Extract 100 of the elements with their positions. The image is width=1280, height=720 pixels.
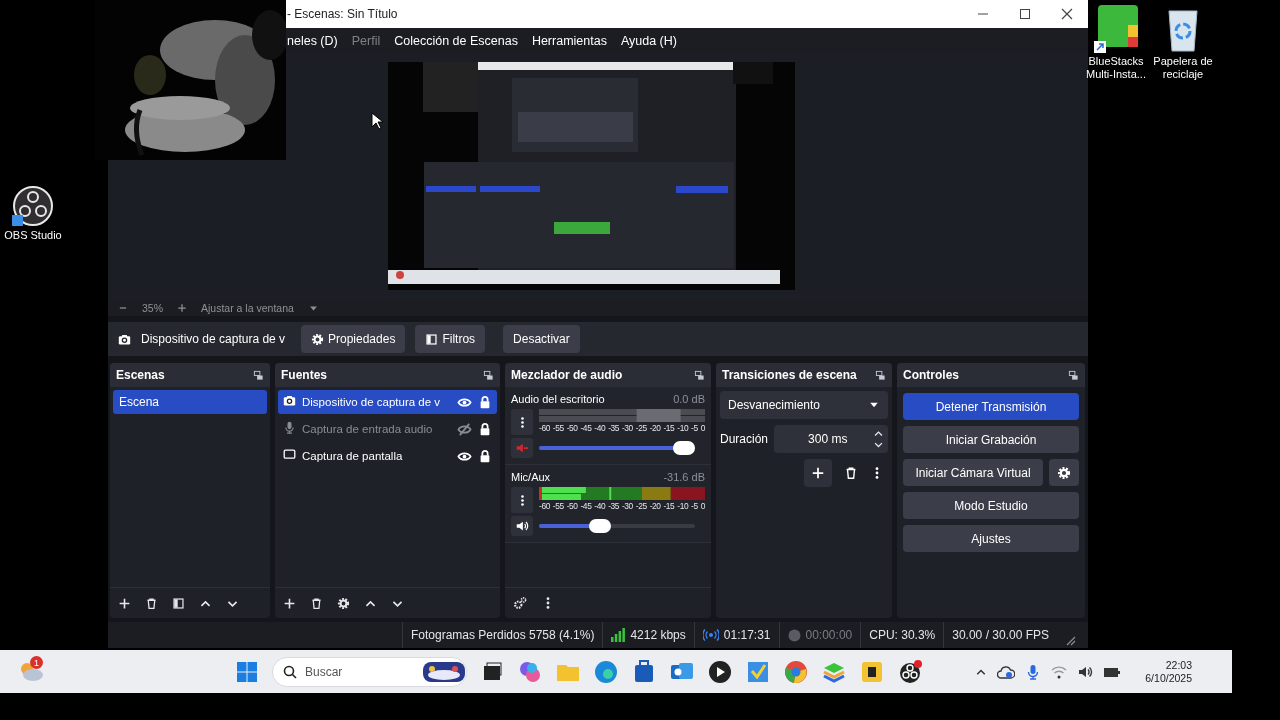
fit-mode[interactable]: Ajustar a la ventana <box>201 302 294 314</box>
deactivate-button[interactable]: Desactivar <box>503 325 580 353</box>
filter-icon[interactable] <box>172 596 185 610</box>
menu-item[interactable]: Colección de Escenas <box>394 34 518 48</box>
slider-thumb[interactable] <box>673 441 695 455</box>
volume-slider[interactable] <box>539 441 695 455</box>
undock-icon[interactable] <box>483 369 494 381</box>
zoom-level: 35% <box>142 302 163 314</box>
volume-reading: -31.6 dB <box>663 471 705 483</box>
menu-item[interactable]: neles (D) <box>287 34 338 48</box>
plus-icon <box>811 466 825 480</box>
undock-icon[interactable] <box>875 369 886 381</box>
meter-tick-label: -55 <box>552 423 564 433</box>
mute-button[interactable] <box>511 516 533 536</box>
meter-tick-label: -30 <box>621 423 633 433</box>
record-time: 00:00:00 <box>805 628 853 642</box>
menu-item[interactable]: Ayuda (H) <box>620 34 677 48</box>
add-icon[interactable] <box>283 596 296 610</box>
undock-icon[interactable] <box>253 369 264 381</box>
dock-title: Controles <box>903 368 959 382</box>
meter-tick-label: -35 <box>608 501 620 511</box>
meter-tick-label: -25 <box>635 501 647 511</box>
add-icon[interactable] <box>118 596 131 610</box>
meter-tick-label: -35 <box>608 423 620 433</box>
meter-tick-label: -40 <box>594 501 606 511</box>
meter-tick-label: -50 <box>566 423 578 433</box>
resize-grip-icon[interactable] <box>1066 636 1076 646</box>
lock-icon[interactable] <box>478 394 492 409</box>
meter-tick-label: -40 <box>594 423 606 433</box>
search-field[interactable]: Buscar <box>272 656 467 687</box>
cpu-usage: CPU: 30.3% <box>869 628 936 642</box>
camera-icon <box>118 332 131 346</box>
slider-thumb[interactable] <box>588 519 611 533</box>
volume-slider[interactable] <box>539 519 695 533</box>
settings-icon <box>311 332 324 346</box>
control-button[interactable]: Ajustes <box>903 525 1079 552</box>
source-item[interactable]: Captura de entrada audio <box>278 417 497 441</box>
microphone-icon <box>283 421 296 434</box>
properties-button[interactable]: Propiedades <box>301 325 406 353</box>
desktop-icon-label[interactable]: BlueStacks Multi-Insta... <box>1083 55 1149 81</box>
settings-icon[interactable] <box>337 596 350 610</box>
duration-label: Duración <box>720 432 769 446</box>
undock-icon[interactable] <box>1068 369 1079 381</box>
search-icon <box>283 664 297 679</box>
volume-reading: 0.0 dB <box>673 393 705 405</box>
meter-tick-label: -10 <box>677 423 689 433</box>
meter-tick-label: -60 <box>539 423 550 433</box>
delete-icon[interactable] <box>145 596 158 610</box>
desktop-icon-label[interactable]: Papelera de reciclaje <box>1150 55 1216 81</box>
channel-menu-button[interactable] <box>511 487 533 513</box>
search-highlight-icon <box>422 659 466 684</box>
channel-name: Audio del escritorio <box>511 393 605 405</box>
meter-tick-label: -45 <box>580 423 592 433</box>
source-item[interactable]: Dispositivo de captura de v <box>278 390 497 414</box>
dock-title: Fuentes <box>281 368 327 382</box>
control-button[interactable]: Detener Transmisión <box>903 393 1079 420</box>
add-button[interactable] <box>804 459 832 487</box>
play-icon[interactable] <box>707 658 733 685</box>
transition-dropdown[interactable]: Desvanecimiento <box>720 391 888 419</box>
monitor-icon <box>283 448 296 461</box>
dock-title: Transiciones de escena <box>722 368 857 382</box>
app-icon[interactable] <box>1094 5 1138 53</box>
meter-tick-label: -20 <box>649 501 661 511</box>
desktop-icon-label[interactable]: OBS Studio <box>4 229 62 242</box>
settings-button[interactable] <box>1049 459 1079 486</box>
zoom-in-icon[interactable] <box>177 303 187 313</box>
lock-icon[interactable] <box>478 421 492 436</box>
browser-icon[interactable] <box>593 658 619 685</box>
hidden-eye-icon[interactable] <box>457 421 472 437</box>
signal-icon <box>611 628 626 642</box>
clock[interactable]: 22:03 6/10/2025 <box>1145 658 1192 685</box>
filter-icon <box>425 332 439 346</box>
dropped-frames: Fotogramas Perdidos 5758 (4.1%) <box>410 628 595 642</box>
cloud-icon[interactable] <box>997 664 1016 679</box>
meter-tick-label: -10 <box>677 501 689 511</box>
meter-tick-label: -15 <box>663 423 675 433</box>
cursor-icon <box>371 112 383 130</box>
obs-logo-icon[interactable] <box>12 185 54 227</box>
meter-tick-label: -55 <box>552 501 564 511</box>
source-item[interactable]: Captura de pantalla <box>278 444 497 468</box>
control-button[interactable]: Iniciar Cámara Virtual <box>903 459 1043 486</box>
increase-icon[interactable] <box>873 428 884 439</box>
meter-tick-label: -50 <box>566 501 578 511</box>
control-button[interactable]: Iniciar Grabación <box>903 426 1079 453</box>
control-button[interactable]: Modo Estudio <box>903 492 1079 519</box>
lock-icon[interactable] <box>478 448 492 463</box>
duration-field[interactable]: 300 ms <box>774 425 888 453</box>
chrome-icon[interactable] <box>783 658 809 685</box>
selected-source-name: Dispositivo de captura de v <box>141 332 287 346</box>
scene-item[interactable]: Escena <box>113 390 267 414</box>
menu-item[interactable]: Herramientas <box>531 34 607 48</box>
channel-menu-button[interactable] <box>511 409 533 435</box>
filters-button[interactable]: Filtros <box>415 325 486 353</box>
meter-tick-label: -30 <box>621 501 633 511</box>
undock-icon[interactable] <box>694 369 705 381</box>
delete-icon[interactable] <box>310 596 323 610</box>
speaker-icon <box>515 519 529 533</box>
gears-icon[interactable] <box>513 596 527 610</box>
obs-logo-icon[interactable] <box>897 658 923 685</box>
meter-tick-label: 0 <box>700 423 705 433</box>
